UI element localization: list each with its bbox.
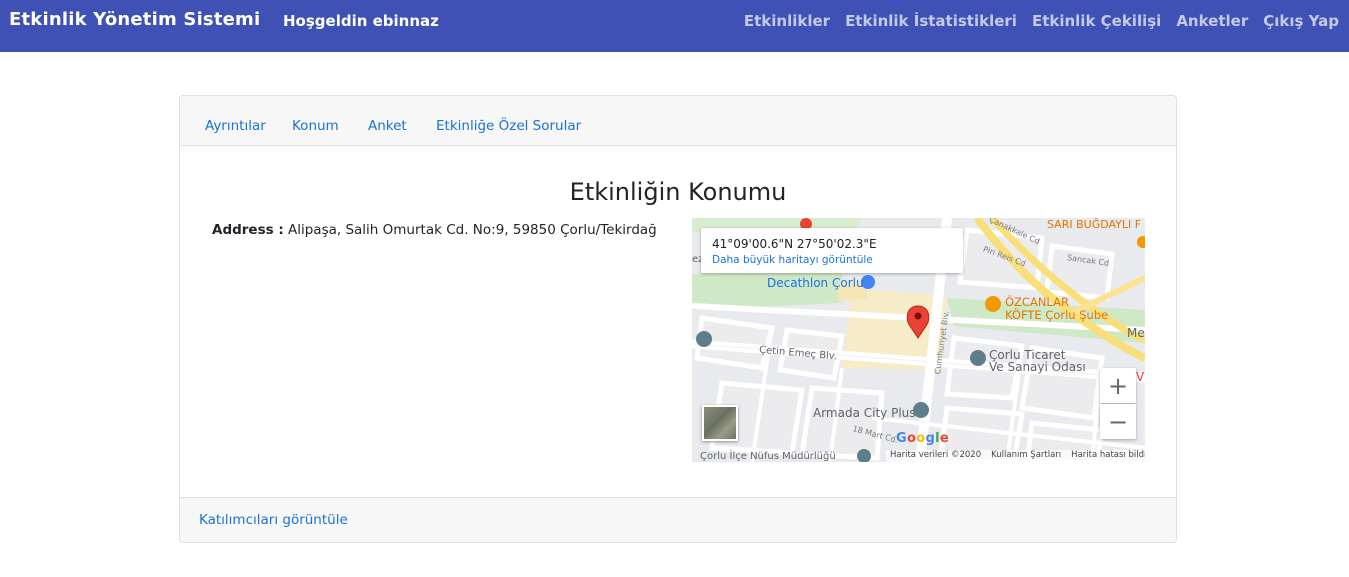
brand-title[interactable]: Etkinlik Yönetim Sistemi [9,9,260,30]
card-footer: Katılımcıları görüntüle [180,497,1176,542]
nav-link-anketler[interactable]: Anketler [1176,12,1248,30]
poi-ticaret-2: Ve Sanayi Odası [989,360,1086,374]
poi-sari-bugdayli: SARI BUĞDAYLI F [1047,218,1142,231]
poi-me: Me [1127,326,1145,340]
map-data-credit: Harita verileri ©2020 [890,450,982,460]
location-map[interactable]: Decathlon Çorlu ÖZCANLAR KÖFTE Çorlu Şub… [692,218,1145,462]
poi-ozcanlar-1: ÖZCANLAR [1005,295,1069,309]
map-coordinates: 41°09'00.6"N 27°50'02.3"E [712,237,877,251]
google-logo: Google [896,431,949,446]
address-value: Alipaşa, Salih Omurtak Cd. No:9, 59850 Ç… [288,222,657,238]
satellite-view-toggle[interactable] [702,405,738,441]
poi-nufus: Çorlu İlçe Nüfus Müdürlüğü [700,451,836,462]
section-title: Etkinliğin Konumu [569,178,787,206]
tab-konum[interactable]: Konum [292,118,339,134]
card-header-tabs: Ayrıntılar Konum Anket Etkinliğe Özel So… [180,96,1176,146]
zoom-in-button[interactable]: + [1100,368,1136,403]
nav-links: Etkinlikler Etkinlik İstatistikleri Etki… [744,12,1339,30]
view-participants-link[interactable]: Katılımcıları görüntüle [199,512,348,528]
address-label: Address : [212,222,284,238]
welcome-text: Hoşgeldin ebinnaz [283,12,439,30]
map-terms-link[interactable]: Kullanım Şartları [991,450,1061,462]
nav-link-etkinlikler[interactable]: Etkinlikler [744,12,830,30]
larger-map-link[interactable]: Daha büyük haritayı görüntüle [712,254,873,266]
tab-anket[interactable]: Anket [368,118,407,134]
tab-ayrintilar[interactable]: Ayrıntılar [205,118,266,134]
tab-etkinlige-ozel-sorular[interactable]: Etkinliğe Özel Sorular [436,118,581,134]
zoom-out-button[interactable]: − [1100,404,1136,439]
map-attribution: Harita verileri ©2020 Kullanım Şartları … [886,450,1145,462]
map-report-link[interactable]: Harita hatası bildirin [1071,450,1145,462]
nav-link-etkinlik-cekilisi[interactable]: Etkinlik Çekilişi [1032,12,1161,30]
nav-link-etkinlik-istatistikleri[interactable]: Etkinlik İstatistikleri [845,12,1017,30]
poi-v: V [1136,370,1145,384]
event-card: Ayrıntılar Konum Anket Etkinliğe Özel So… [179,95,1177,543]
poi-ozcanlar-2: KÖFTE Çorlu Şube [1005,308,1109,322]
nav-link-cikis-yap[interactable]: Çıkış Yap [1263,12,1339,30]
poi-decathlon: Decathlon Çorlu [767,276,864,290]
poi-armada: Armada City Plus [813,406,916,420]
top-navbar: Etkinlik Yönetim Sistemi Hoşgeldin ebinn… [0,0,1349,52]
map-info-window: 41°09'00.6"N 27°50'02.3"E Daha büyük har… [701,228,963,273]
